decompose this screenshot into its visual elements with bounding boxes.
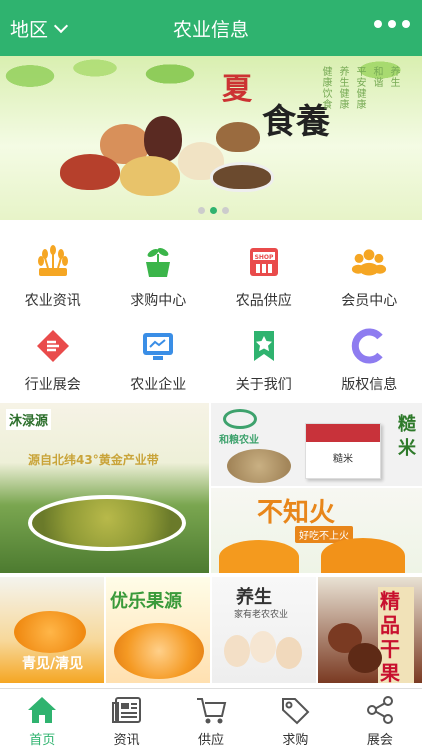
egg-image (276, 637, 302, 669)
banner-carousel[interactable]: 夏 食養 健康饮食 养生健康 平安健康 和谐 养生 (0, 56, 422, 220)
orange-image (321, 538, 405, 573)
home-icon (26, 695, 58, 725)
banner-headline: 夏 (222, 72, 252, 107)
menu-item-label: 版权信息 (341, 377, 398, 393)
menu-item-agri-enterprise[interactable]: 农业企业 (106, 314, 212, 398)
menu-item-member-center[interactable]: 会员中心 (317, 230, 422, 314)
product-tile-dried-fruit[interactable]: 精品干果 (318, 577, 422, 683)
menu-item-label: 求购中心 (130, 293, 187, 309)
brand-logo (223, 409, 257, 429)
tab-supply[interactable]: 供应 (169, 689, 253, 750)
menu-item-label: 农业资讯 (24, 293, 81, 309)
menu-item-exhibition[interactable]: 行业展会 (0, 314, 106, 398)
tag-icon (279, 695, 311, 725)
product-headline: 优乐果源 (110, 591, 182, 612)
rice-tag: 糙米 (398, 414, 416, 459)
product-tile-dekopon[interactable]: 不知火 好吃不上火 (211, 488, 422, 573)
grain-bowls-illustration (50, 116, 280, 206)
top-bar: 地区 农业信息 (0, 0, 422, 56)
copyright-c-icon (351, 328, 387, 364)
menu-item-copyright[interactable]: 版权信息 (317, 314, 422, 398)
tab-exhibition[interactable]: 展会 (338, 689, 422, 750)
wheat-icon (35, 244, 71, 280)
product-tile-brown-rice[interactable]: 和粮农业 糙米 糙米 (211, 403, 422, 486)
brand-name: 和粮农业 (219, 435, 259, 446)
bottom-tab-bar: 首页 资讯 供应 求购 展会 (0, 688, 422, 750)
page-title: 农业信息 (172, 19, 249, 41)
carousel-indicator[interactable] (198, 207, 229, 214)
egg-image (250, 631, 276, 663)
product-tile-mung-beans[interactable]: 沐渌源 源自北纬43°黄金产业带 (0, 403, 209, 573)
menu-item-label: 会员中心 (341, 293, 398, 309)
exhibition-icon (35, 328, 71, 364)
menu-item-supply[interactable]: SHOP 农品供应 (211, 230, 317, 314)
share-icon (364, 695, 396, 725)
product-showcase-grid: 沐渌源 源自北纬43°黄金产业带 和粮农业 糙米 糙米 不知火 好吃不上火 青见… (0, 403, 422, 683)
more-dot-icon (388, 20, 396, 28)
more-menu-button[interactable] (374, 20, 410, 28)
tab-label: 求购 (282, 733, 309, 748)
mung-bean-bowl-image (28, 495, 186, 551)
news-icon (111, 695, 143, 725)
tab-label: 首页 (29, 733, 56, 748)
menu-item-about-us[interactable]: 关于我们 (211, 314, 317, 398)
product-headline: 养生 (236, 587, 272, 608)
cart-icon (195, 695, 227, 725)
category-menu: 农业资讯 求购中心 SHOP 农品供应 会员中心 行业展会 农业企业 关于我们 … (0, 230, 422, 400)
menu-item-purchase-center[interactable]: 求购中心 (106, 230, 212, 314)
tab-purchase[interactable]: 求购 (253, 689, 337, 750)
menu-item-label: 关于我们 (235, 377, 292, 393)
more-dot-icon (374, 20, 382, 28)
orange-slice-image (114, 623, 204, 679)
menu-item-label: 农品供应 (235, 293, 292, 309)
enterprise-icon (140, 328, 176, 364)
rice-box-image: 糙米 (305, 423, 381, 479)
carousel-dot[interactable] (222, 207, 229, 214)
menu-item-agri-news[interactable]: 农业资讯 (0, 230, 106, 314)
tab-home[interactable]: 首页 (0, 689, 84, 750)
svg-text:SHOP: SHOP (254, 254, 273, 261)
shop-icon: SHOP (246, 244, 282, 280)
product-headline: 不知火 (257, 498, 336, 528)
chestnut-image (348, 643, 382, 673)
ribbon-star-icon (246, 328, 282, 364)
menu-item-label: 行业展会 (24, 377, 81, 393)
orange-image (219, 540, 299, 573)
product-headline: 精品干果 (378, 587, 414, 683)
carousel-dot[interactable] (198, 207, 205, 214)
product-tile-tangor[interactable]: 青见/清见 (0, 577, 104, 683)
orange-image (14, 611, 86, 653)
brand-logo: 沐渌源 (6, 409, 52, 430)
product-headline: 青见/清见 (22, 656, 84, 672)
sprout-basket-icon (140, 244, 176, 280)
banner-decorative-text: 健康饮食 养生健康 平安健康 和谐 养生 (320, 66, 399, 110)
product-subline: 家有老农农业 (234, 610, 289, 620)
more-dot-icon (402, 20, 410, 28)
members-icon (351, 244, 387, 280)
rice-pile-image (227, 449, 291, 483)
tab-news[interactable]: 资讯 (84, 689, 168, 750)
tab-label: 资讯 (113, 733, 140, 748)
menu-item-label: 农业企业 (130, 377, 187, 393)
product-tile-fruit-source[interactable]: 优乐果源 (106, 577, 210, 683)
product-slogan: 源自北纬43°黄金产业带 (28, 453, 159, 467)
product-tile-eggs[interactable]: 养生 家有老农农业 (212, 577, 316, 683)
carousel-dot-active[interactable] (210, 207, 217, 214)
tab-label: 展会 (366, 733, 393, 748)
egg-image (224, 635, 250, 667)
tab-label: 供应 (198, 733, 225, 748)
